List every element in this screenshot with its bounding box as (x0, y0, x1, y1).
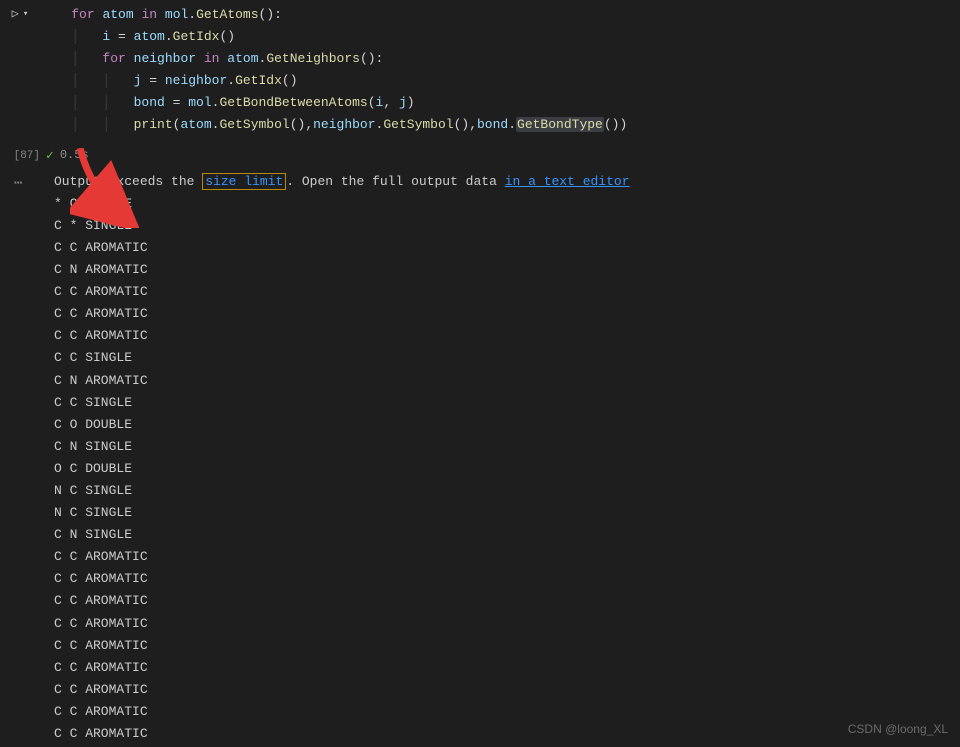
code-token: . (188, 7, 196, 22)
code-token: . (508, 117, 516, 132)
output-line: C N SINGLE (54, 524, 960, 546)
output-line: C C AROMATIC (54, 281, 960, 303)
code-token: , (383, 95, 399, 110)
output-line: C * SINGLE (54, 215, 960, 237)
code-token: (): (259, 7, 282, 22)
code-token: GetIdx (173, 29, 220, 44)
output-line: C O DOUBLE (54, 414, 960, 436)
code-token: GetNeighbors (266, 51, 360, 66)
code-token: GetSymbol (383, 117, 453, 132)
output-line: C C AROMATIC (54, 568, 960, 590)
output-line: C C AROMATIC (54, 590, 960, 612)
output-line: C C AROMATIC (54, 679, 960, 701)
output-line: * C SINGLE (54, 193, 960, 215)
output-line: C C AROMATIC (54, 303, 960, 325)
output-line: C C AROMATIC (54, 613, 960, 635)
code-token: atom (227, 51, 258, 66)
code-token: ) (619, 117, 627, 132)
code-token: mol (165, 7, 188, 22)
size-limit-link[interactable]: size limit (202, 173, 286, 190)
output-line: O C DOUBLE (54, 458, 960, 480)
notice-text: Output exceeds the (54, 174, 202, 189)
code-token: ( (368, 95, 376, 110)
code-token: , (305, 117, 313, 132)
code-token: atom (102, 7, 133, 22)
check-icon: ✓ (46, 145, 54, 167)
open-text-editor-link[interactable]: in a text editor (505, 174, 630, 189)
output-line: N C SINGLE (54, 480, 960, 502)
code-token: mol (188, 95, 211, 110)
code-token: = (110, 29, 133, 44)
code-token: neighbor (313, 117, 375, 132)
code-token: GetBondType (516, 117, 604, 132)
output-line: C C AROMATIC (54, 325, 960, 347)
code-token: = (165, 95, 188, 110)
code-token: GetAtoms (196, 7, 258, 22)
output-line: C C AROMATIC (54, 237, 960, 259)
code-token: atom (134, 29, 165, 44)
output-line: C C AROMATIC (54, 701, 960, 723)
code-token: () (604, 117, 620, 132)
code-token: print (134, 117, 173, 132)
chevron-down-icon: ▾ (23, 7, 28, 22)
code-token: in (204, 51, 220, 66)
code-token: . (165, 29, 173, 44)
play-icon: ▷ (12, 4, 19, 24)
code-token: atom (180, 117, 211, 132)
code-token: ) (407, 95, 415, 110)
output-cell: ⋯ Output exceeds the size limit. Open th… (0, 171, 960, 745)
output-line: C C SINGLE (54, 392, 960, 414)
code-token: GetIdx (235, 73, 282, 88)
output-line: C C AROMATIC (54, 635, 960, 657)
code-token: () (290, 117, 306, 132)
code-token: () (282, 73, 298, 88)
output-line: C C AROMATIC (54, 657, 960, 679)
code-token: bond (477, 117, 508, 132)
code-token: . (227, 73, 235, 88)
output-actions[interactable]: ⋯ (0, 171, 54, 745)
cell-gutter: ▷▾ (0, 0, 40, 143)
output-body: Output exceeds the size limit. Open the … (54, 171, 960, 745)
code-token: for (102, 51, 125, 66)
run-cell-button[interactable]: ▷▾ (12, 4, 29, 24)
code-token: GetBondBetweenAtoms (219, 95, 367, 110)
code-token: () (454, 117, 470, 132)
code-token: j (399, 95, 407, 110)
output-line: C C SINGLE (54, 347, 960, 369)
output-line: C N AROMATIC (54, 370, 960, 392)
code-token: neighbor (165, 73, 227, 88)
code-token: for (71, 7, 94, 22)
code-token: GetSymbol (219, 117, 289, 132)
code-cell: ▷▾ for atom in mol.GetAtoms(): │ i = ato… (0, 0, 960, 143)
code-token: , (469, 117, 477, 132)
output-line: N C SINGLE (54, 502, 960, 524)
code-token: = (141, 73, 164, 88)
code-editor[interactable]: for atom in mol.GetAtoms(): │ i = atom.G… (40, 0, 960, 143)
code-token: in (141, 7, 157, 22)
code-token: neighbor (134, 51, 196, 66)
code-token: () (219, 29, 235, 44)
execution-time: 0.5s (60, 145, 89, 165)
output-line: C N SINGLE (54, 436, 960, 458)
watermark: CSDN @loong_XL (848, 719, 948, 739)
notice-text: . Open the full output data (286, 174, 504, 189)
execution-count: [87] (0, 147, 46, 166)
code-token: (): (360, 51, 383, 66)
code-token: bond (134, 95, 165, 110)
output-line: C C AROMATIC (54, 546, 960, 568)
output-line: C C AROMATIC (54, 723, 960, 745)
output-truncation-notice: Output exceeds the size limit. Open the … (54, 171, 960, 193)
execution-status-row: [87] ✓ 0.5s (0, 143, 960, 171)
output-line: C N AROMATIC (54, 259, 960, 281)
